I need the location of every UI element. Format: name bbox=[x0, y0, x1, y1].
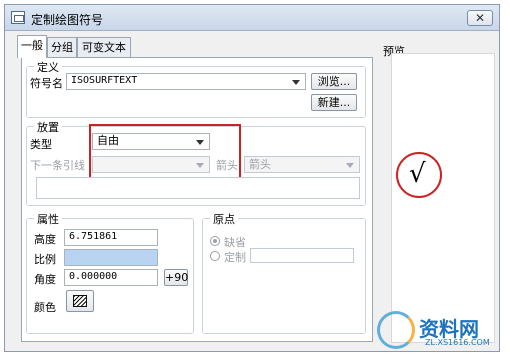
watermark-logo-icon bbox=[377, 311, 415, 349]
type-value: 自由 bbox=[97, 134, 119, 147]
custom-origin-input[interactable] bbox=[250, 248, 354, 263]
leader-text-area[interactable] bbox=[36, 177, 360, 199]
custom-radio-label: 定制 bbox=[224, 251, 246, 264]
symbol-name-label: 符号名 bbox=[30, 77, 63, 90]
color-label: 颜色 bbox=[34, 301, 56, 314]
height-label: 高度 bbox=[34, 233, 56, 246]
new-button[interactable]: 新建... bbox=[311, 94, 357, 111]
tab-group[interactable]: 分组 bbox=[47, 37, 77, 57]
scale-input[interactable] bbox=[64, 249, 158, 266]
dialog-title: 定制绘图符号 bbox=[31, 13, 104, 27]
arrow-dropdown[interactable]: 箭头 bbox=[244, 156, 360, 173]
radio-dot bbox=[213, 239, 217, 243]
next-leader-label: 下一条引线 bbox=[30, 159, 85, 172]
angle-label: 角度 bbox=[34, 273, 56, 286]
origin-legend: 原点 bbox=[210, 211, 238, 227]
custom-radio[interactable] bbox=[210, 251, 220, 261]
hatch-icon bbox=[73, 295, 87, 307]
properties-legend: 属性 bbox=[34, 211, 62, 227]
symbol-name-value: ISOSURFTEXT bbox=[71, 75, 138, 86]
chevron-down-icon bbox=[196, 163, 204, 168]
browse-button[interactable]: 浏览... bbox=[311, 73, 357, 90]
surface-symbol-icon: √ bbox=[409, 159, 426, 189]
preview-pane: √ bbox=[391, 53, 495, 343]
scale-label: 比例 bbox=[34, 253, 56, 266]
title-bar: 定制绘图符号 ✕ bbox=[5, 5, 499, 31]
definition-legend: 定义 bbox=[34, 59, 62, 75]
angle-input[interactable]: 0.000000 bbox=[64, 269, 158, 286]
rotate-90-button[interactable]: +90 bbox=[164, 269, 188, 286]
type-dropdown[interactable]: 自由 bbox=[92, 133, 210, 150]
general-tab-panel: 定义 符号名 ISOSURFTEXT 浏览... 新建... 放置 类型 自由 … bbox=[21, 57, 373, 342]
chevron-down-icon bbox=[196, 140, 204, 145]
app-icon bbox=[11, 11, 25, 24]
type-label: 类型 bbox=[30, 138, 52, 151]
chevron-down-icon bbox=[346, 163, 354, 168]
tab-general[interactable]: 一般 bbox=[17, 35, 47, 58]
close-button[interactable]: ✕ bbox=[467, 10, 493, 26]
default-radio-label: 缺省 bbox=[224, 236, 246, 249]
height-input[interactable]: 6.751861 bbox=[64, 229, 158, 246]
arrow-value: 箭头 bbox=[249, 158, 271, 171]
next-leader-dropdown[interactable] bbox=[92, 156, 210, 173]
arrow-label: 箭头 bbox=[216, 159, 238, 172]
watermark-url: ZL.XS1616.COM bbox=[425, 338, 490, 347]
default-radio[interactable] bbox=[210, 236, 220, 246]
chevron-down-icon bbox=[292, 80, 300, 85]
symbol-name-dropdown[interactable]: ISOSURFTEXT bbox=[66, 73, 306, 90]
tab-variable-text[interactable]: 可变文本 bbox=[77, 37, 131, 57]
color-button[interactable] bbox=[66, 290, 94, 312]
dialog-window: 定制绘图符号 ✕ 一般 分组 可变文本 定义 符号名 ISOSURFTEXT 浏… bbox=[4, 4, 500, 352]
placement-legend: 放置 bbox=[34, 119, 62, 135]
